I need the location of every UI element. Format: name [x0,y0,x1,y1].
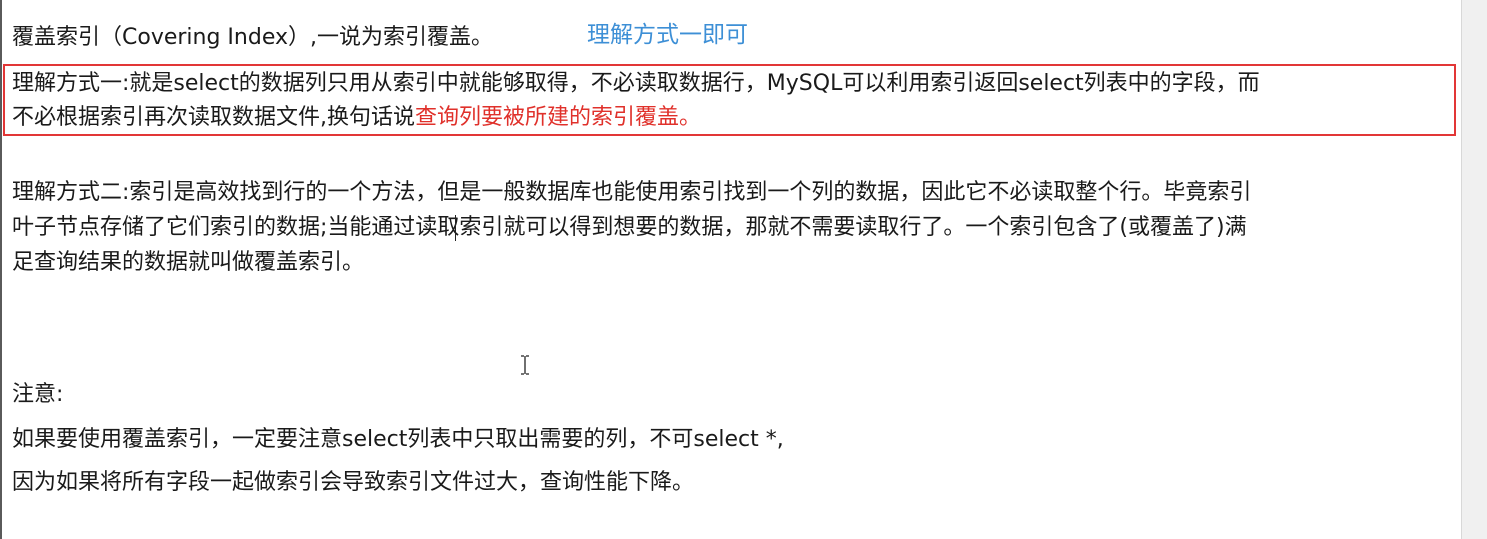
document-page: 覆盖索引（Covering Index）,一说为索引覆盖。 理解方式一即可 理解… [0,0,1487,539]
note-line2: 因为如果将所有字段一起做索引会导致索引文件过大，查询性能下降。 [12,470,695,495]
way1-line2-red: 查询列要被所建的索引覆盖。 [415,105,702,130]
note-label: 注意: [12,382,64,407]
vertical-scrollbar[interactable] [1461,0,1487,539]
hint-annotation: 理解方式一即可 [587,22,748,48]
text-caret [455,215,456,241]
way2-line3: 足查询结果的数据就叫做覆盖索引。 [12,250,365,275]
way1-line2: 不必根据索引再次读取数据文件,换句话说查询列要被所建的索引覆盖。 [12,101,701,135]
left-border [0,0,2,539]
way1-line1: 理解方式一:就是select的数据列只用从索引中就能够取得，不必读取数据行，My… [12,71,1260,96]
note-line1: 如果要使用覆盖索引，一定要注意select列表中只取出需要的列，不可select… [12,427,784,452]
ibeam-cursor-icon [521,355,529,375]
way2-line2: 叶子节点存储了它们索引的数据;当能通过读取索引就可以得到想要的数据，那就不需要读… [12,215,1247,240]
title-line: 覆盖索引（Covering Index）,一说为索引覆盖。 [12,25,493,50]
way1-line2-plain: 不必根据索引再次读取数据文件,换句话说 [12,105,415,130]
way2-line1: 理解方式二:索引是高效找到行的一个方法，但是一般数据库也能使用索引找到一个列的数… [12,180,1252,205]
